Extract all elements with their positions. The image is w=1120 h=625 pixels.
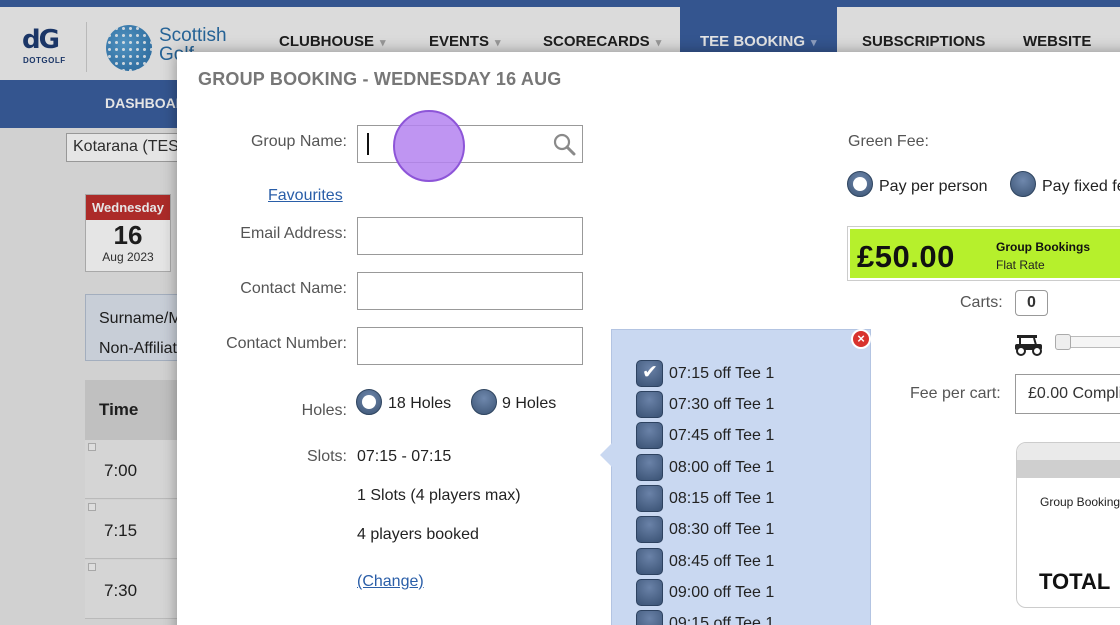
email-field[interactable] (357, 217, 583, 255)
slot-checkbox[interactable] (636, 610, 663, 625)
green-fee-banner[interactable]: £50.00 Group Bookings Flat Rate (848, 227, 1120, 280)
carts-label: Carts: (960, 294, 1003, 311)
holes-9-radio[interactable] (471, 389, 497, 415)
slot-checkbox[interactable] (636, 548, 663, 575)
fee-price: £50.00 (857, 239, 955, 274)
change-slots-link[interactable]: (Change) (357, 573, 424, 591)
carts-count-field[interactable]: 0 (1015, 290, 1048, 316)
green-fee-label: Green Fee: (848, 133, 929, 150)
group-booking-dialog: GROUP BOOKING - WEDNESDAY 16 AUG Group N… (177, 52, 1120, 625)
favourites-link[interactable]: Favourites (268, 187, 343, 205)
slots-count: 1 Slots (4 players max) (357, 487, 521, 504)
contact-name-field[interactable] (357, 272, 583, 310)
slot-checkbox[interactable] (636, 422, 663, 449)
carts-slider[interactable] (1055, 334, 1120, 350)
slot-checkbox[interactable] (636, 579, 663, 606)
slot-checkbox[interactable] (636, 391, 663, 418)
fee-per-cart-label: Fee per cart: (910, 385, 1001, 402)
slot-checkbox[interactable] (636, 516, 663, 543)
fee-title: Group Bookings (996, 240, 1090, 254)
holes-label: Holes: (301, 402, 347, 419)
fee-subtitle: Flat Rate (996, 258, 1045, 272)
popover-arrow (600, 443, 612, 467)
group-name-label: Group Name: (250, 133, 347, 150)
summary-line-item: Group Bookings (1040, 495, 1120, 509)
dialog-title: GROUP BOOKING - WEDNESDAY 16 AUG (198, 69, 562, 89)
contact-name-label: Contact Name: (240, 280, 347, 297)
search-icon[interactable] (552, 132, 576, 156)
slider-handle[interactable] (1055, 334, 1071, 350)
pay-fixed-fee-label[interactable]: Pay fixed fee (1042, 178, 1120, 196)
slot-checkbox[interactable] (636, 485, 663, 512)
summary-total-label: TOTAL (1039, 569, 1111, 594)
contact-number-label: Contact Number: (226, 335, 347, 352)
slots-label: Slots: (306, 448, 347, 465)
text-cursor (367, 133, 369, 155)
group-name-input[interactable] (357, 125, 583, 163)
pay-per-person-label[interactable]: Pay per person (879, 178, 988, 196)
players-booked: 4 players booked (357, 526, 479, 543)
fee-per-cart-select[interactable]: £0.00 Complimentary (1015, 374, 1120, 414)
slot-picker-popover: × 07:15 off Tee 1 07:30 off Tee 1 07:45 … (600, 329, 871, 625)
pay-fixed-fee-radio[interactable] (1010, 171, 1036, 197)
holes-18-label[interactable]: 18 Holes (388, 395, 451, 413)
holes-18-radio[interactable] (356, 389, 382, 415)
pay-per-person-radio[interactable] (847, 171, 873, 197)
holes-9-label[interactable]: 9 Holes (502, 395, 556, 413)
booking-summary-card: Group Bookings TOTAL (1016, 442, 1120, 608)
email-label: Email Address: (240, 225, 347, 242)
slots-range: 07:15 - 07:15 (357, 448, 452, 465)
golf-cart-icon (1015, 335, 1042, 356)
contact-number-field[interactable] (357, 327, 583, 365)
slot-checkbox[interactable] (636, 360, 663, 387)
close-icon[interactable]: × (851, 329, 871, 349)
slot-checkbox[interactable] (636, 454, 663, 481)
click-indicator (393, 110, 465, 182)
